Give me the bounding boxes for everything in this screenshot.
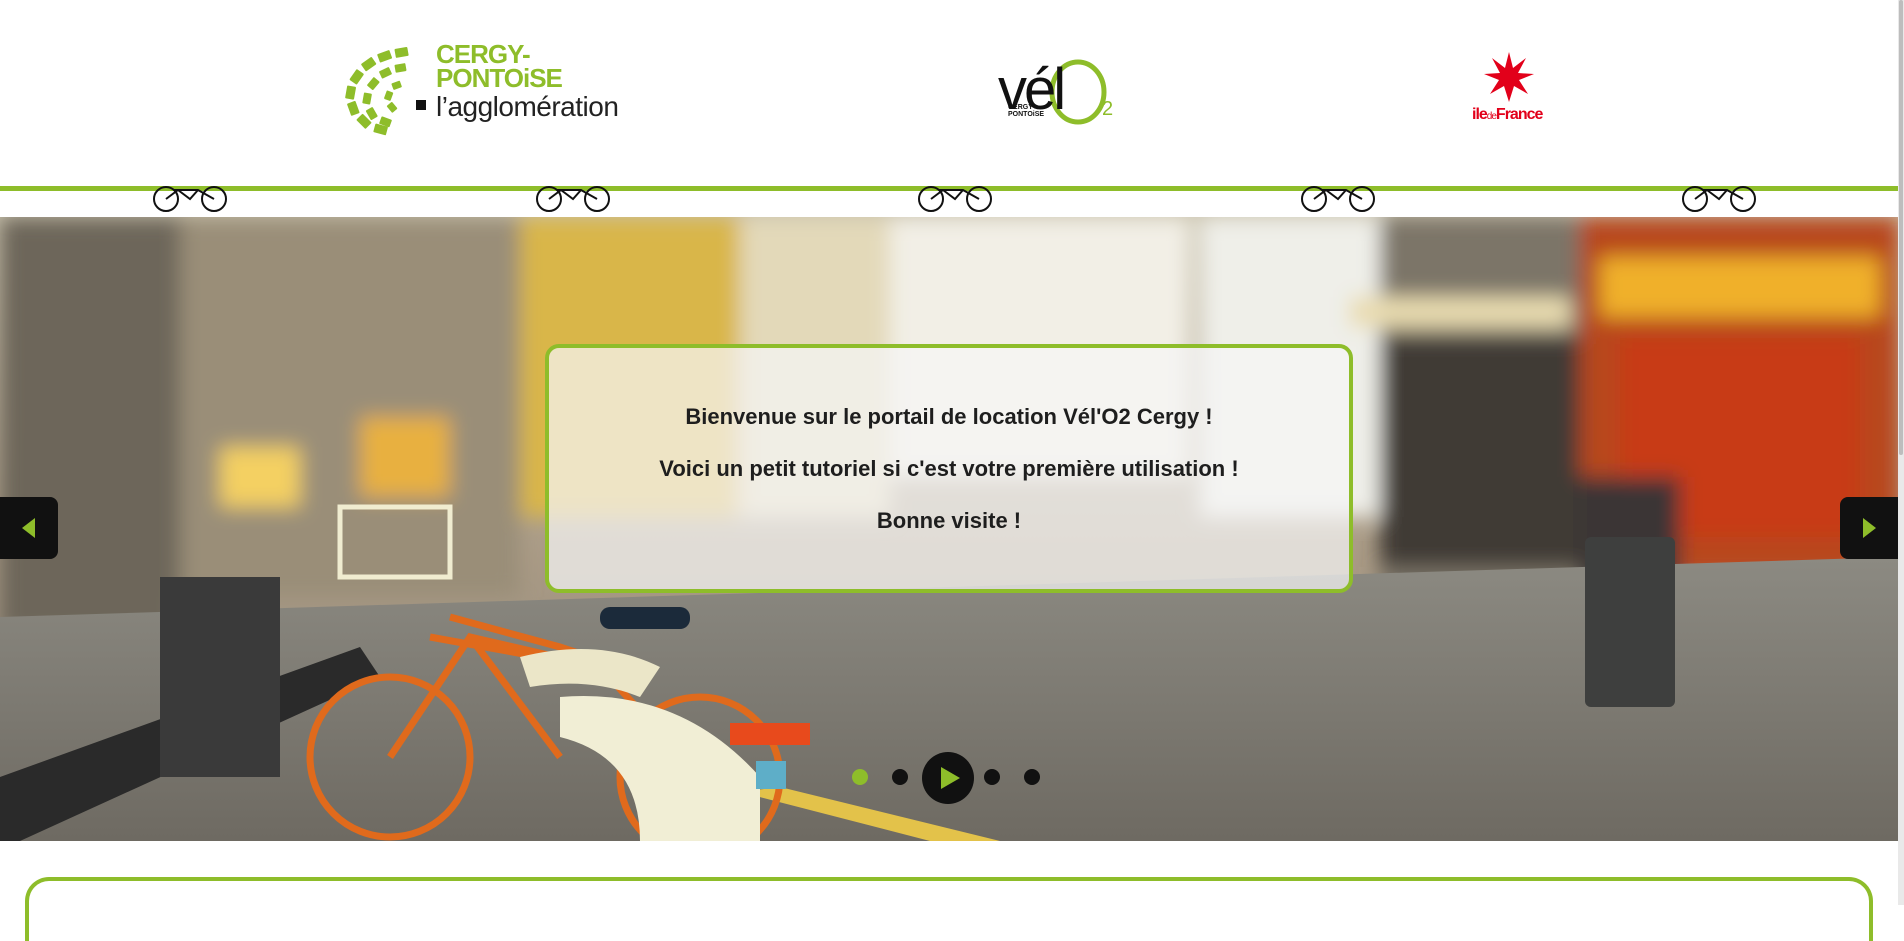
cergy-pontoise-logo[interactable]: CERGY- PONTOiSE l’agglomération	[340, 41, 640, 138]
slider-dot-3[interactable]	[984, 769, 1000, 785]
slider-dot-2[interactable]	[892, 769, 908, 785]
image-slider[interactable]: Bienvenue sur le portail de location Vél…	[0, 217, 1898, 841]
velo2-logo[interactable]: vél CERGY PONTOiSE 2	[978, 58, 1123, 136]
play-icon	[941, 767, 960, 789]
slider-dot-4[interactable]	[1024, 769, 1040, 785]
idf-logo-part2: de	[1486, 111, 1497, 122]
velo2-logo-subscript: 2	[1102, 98, 1114, 120]
bicycle-icon	[918, 186, 992, 212]
header: CERGY- PONTOiSE l’agglomération vél CERG…	[0, 0, 1898, 212]
idf-logo-part3: France	[1495, 106, 1543, 123]
bicycle-icon	[536, 186, 610, 212]
slider-next-button[interactable]	[1840, 497, 1898, 559]
idf-star-icon	[1484, 52, 1534, 102]
page: CERGY- PONTOiSE l’agglomération vél CERG…	[0, 0, 1898, 941]
welcome-line-1: Bienvenue sur le portail de location Vél…	[685, 403, 1213, 429]
iledefrance-logo[interactable]: iledeFrance	[1462, 50, 1557, 126]
idf-logo-part1: ile	[1472, 106, 1488, 123]
arrow-right-icon	[1863, 518, 1876, 538]
scrollbar-thumb[interactable]	[1899, 0, 1903, 455]
slider-prev-button[interactable]	[0, 497, 58, 559]
cergy-logo-line3: l’agglomération	[436, 91, 619, 122]
bicycle-icon	[1682, 186, 1756, 212]
cergy-logo-line2: PONTOiSE	[436, 63, 563, 93]
cergy-logo-text: CERGY- PONTOiSE l’agglomération	[436, 41, 619, 124]
welcome-message-box: Bienvenue sur le portail de location Vél…	[545, 344, 1353, 593]
bicycle-icon	[153, 186, 227, 212]
slider-play-button[interactable]	[922, 752, 974, 804]
bicycle-icon	[1301, 186, 1375, 212]
velo2-logo-sub: CERGY PONTOiSE	[1008, 104, 1044, 118]
welcome-line-3: Bonne visite !	[876, 507, 1022, 533]
slider-dot-1[interactable]	[852, 769, 868, 785]
welcome-line-2: Voici un petit tutoriel si c'est votre p…	[659, 455, 1239, 481]
arrow-left-icon	[22, 518, 35, 538]
idf-logo-text: iledeFrance	[1472, 106, 1543, 124]
velo2-logo-sub-line2: PONTOiSE	[1008, 111, 1045, 118]
page-scrollbar[interactable]	[1898, 0, 1904, 905]
bottom-strip	[0, 841, 1898, 871]
cergy-arcs-icon	[345, 47, 426, 136]
content-panel	[25, 877, 1873, 941]
velo2-logo-sub-line1: CERGY	[1008, 104, 1033, 111]
